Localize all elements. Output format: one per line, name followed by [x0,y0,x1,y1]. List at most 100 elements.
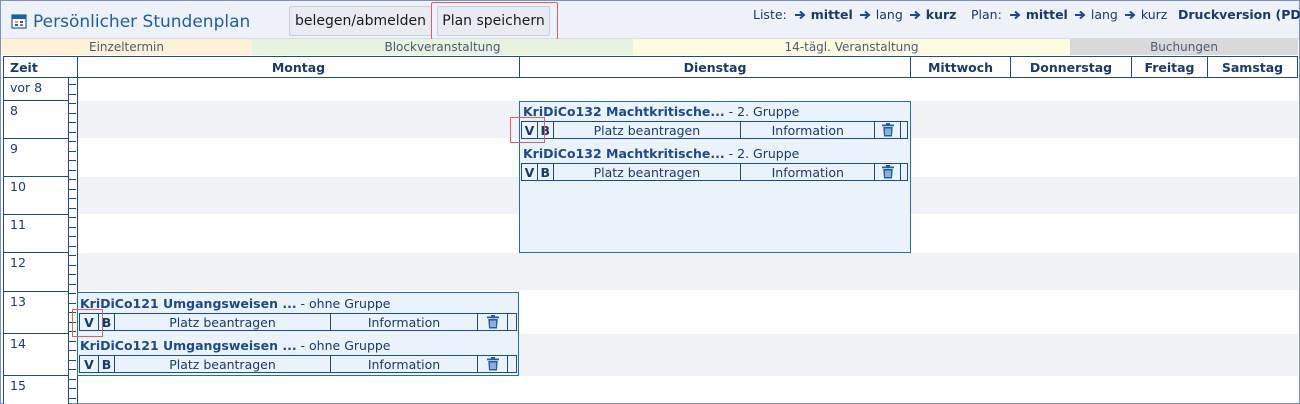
tick-mark [68,255,76,256]
tick-mark [68,198,76,199]
information-button[interactable]: Information [331,356,478,372]
tick-mark [68,274,76,275]
tick-mark [68,94,76,95]
platz-beantragen-button[interactable]: Platz beantragen [554,164,742,180]
liste-lang-link[interactable]: lang [876,7,903,22]
calendar-icon [11,14,27,29]
tick-mark [68,236,76,237]
tick-mark [68,341,76,342]
hour-label: 12 [3,253,69,292]
liste-mittel-link[interactable]: mittel [811,7,853,22]
hour-label: 11 [3,215,69,253]
tick-mark [68,132,76,133]
event-actions-row: V B Platz beantragen Information [79,313,517,331]
information-button[interactable]: Information [741,164,876,180]
column-header-zeit: Zeit [3,56,78,78]
column-header-montag: Montag [77,56,520,78]
highlight-v-button [72,309,103,337]
plan-label: Plan: [971,7,1002,22]
row-end [901,122,907,138]
tick-mark [68,398,76,399]
event-title[interactable]: KriDiCo132 Machtkritische... - 2. Gruppe [523,146,799,161]
tick-mark [68,284,76,285]
delete-button[interactable] [478,314,508,330]
column-header-dienstag: Dienstag [519,56,911,78]
delete-button[interactable] [875,164,902,180]
event-actions-row: V B Platz beantragen Information [79,355,517,373]
legend-buchungen: Buchungen [1070,39,1298,55]
tick-mark [68,246,76,247]
delete-button[interactable] [478,356,508,372]
arrow-right-icon [1009,10,1021,19]
arrow-right-icon [859,10,871,19]
tick-mark [68,293,76,294]
delete-button[interactable] [875,122,902,138]
tick-mark [68,189,76,190]
liste-options: Liste: mittel lang kurz [753,7,963,22]
platz-beantragen-button[interactable]: Platz beantragen [115,356,331,372]
plan-lang-link[interactable]: lang [1091,7,1118,22]
tick-mark [68,84,76,85]
column-header-donnerstag: Donnerstag [1010,56,1132,78]
tick-mark [68,217,76,218]
tick-mark [68,103,76,104]
column-header-freitag: Freitag [1131,56,1208,78]
hour-label: 8 [3,101,69,139]
event-actions-row: V B Platz beantragen Information [521,121,908,139]
legend-blockveranstaltung: Blockveranstaltung [252,39,633,55]
highlight-v-button [510,117,545,143]
hour-label: 10 [3,177,69,215]
event-group: - 2. Gruppe [724,104,800,119]
event-title[interactable]: KriDiCo121 Umgangsweisen ... - ohne Grup… [80,296,391,311]
tick-mark [68,350,76,351]
information-button[interactable]: Information [741,122,876,138]
tick-mark [68,170,76,171]
b-button[interactable]: B [538,164,554,180]
event-group: - ohne Gruppe [296,338,391,353]
tick-mark [68,369,76,370]
hour-label: vor 8 [3,78,69,101]
tick-mark [68,379,76,380]
plan-mittel-link[interactable]: mittel [1026,7,1068,22]
event-title[interactable]: KriDiCo121 Umgangsweisen ... - ohne Grup… [80,338,391,353]
trash-icon [486,357,499,371]
liste-label: Liste: [753,7,787,22]
tick-mark [68,179,76,180]
belegen-abmelden-button[interactable]: belegen/abmelden [289,6,432,36]
liste-kurz-link[interactable]: kurz [926,7,957,22]
tick-mark [68,208,76,209]
v-button[interactable]: V [522,164,538,180]
tick-mark [68,151,76,152]
tick-mark [68,141,76,142]
platz-beantragen-button[interactable]: Platz beantragen [115,314,331,330]
event-group: - ohne Gruppe [296,296,391,311]
v-button[interactable]: V [80,356,99,372]
hour-label: 15 [3,376,69,404]
b-button[interactable]: B [99,356,115,372]
row-end [901,164,907,180]
arrow-right-icon [794,10,806,19]
event-name: KriDiCo121 Umgangsweisen ... [80,296,297,311]
trash-icon [881,123,894,137]
plan-kurz-link[interactable]: kurz [1141,7,1167,22]
tick-mark [68,360,76,361]
event-group: - 2. Gruppe [724,146,800,161]
tick-mark [68,303,76,304]
column-header-mittwoch: Mittwoch [910,56,1011,78]
event-name: KriDiCo132 Machtkritische... [523,146,725,161]
arrow-right-icon [1124,10,1136,19]
platz-beantragen-button[interactable]: Platz beantragen [554,122,742,138]
tick-mark [68,227,76,228]
druckversion-link[interactable]: Druckversion (PDF) [1178,7,1300,22]
tick-mark [68,388,76,389]
trash-icon [486,315,499,329]
tick-mark [68,160,76,161]
information-button[interactable]: Information [331,314,478,330]
tick-mark [68,113,76,114]
hour-label: 9 [3,139,69,177]
event-title[interactable]: KriDiCo132 Machtkritische... - 2. Gruppe [523,104,799,119]
legend-einzeltermin: Einzeltermin [1,39,252,55]
arrow-right-icon [1074,10,1086,19]
tick-mark [68,265,76,266]
page-title: Persönlicher Stundenplan [33,12,251,32]
